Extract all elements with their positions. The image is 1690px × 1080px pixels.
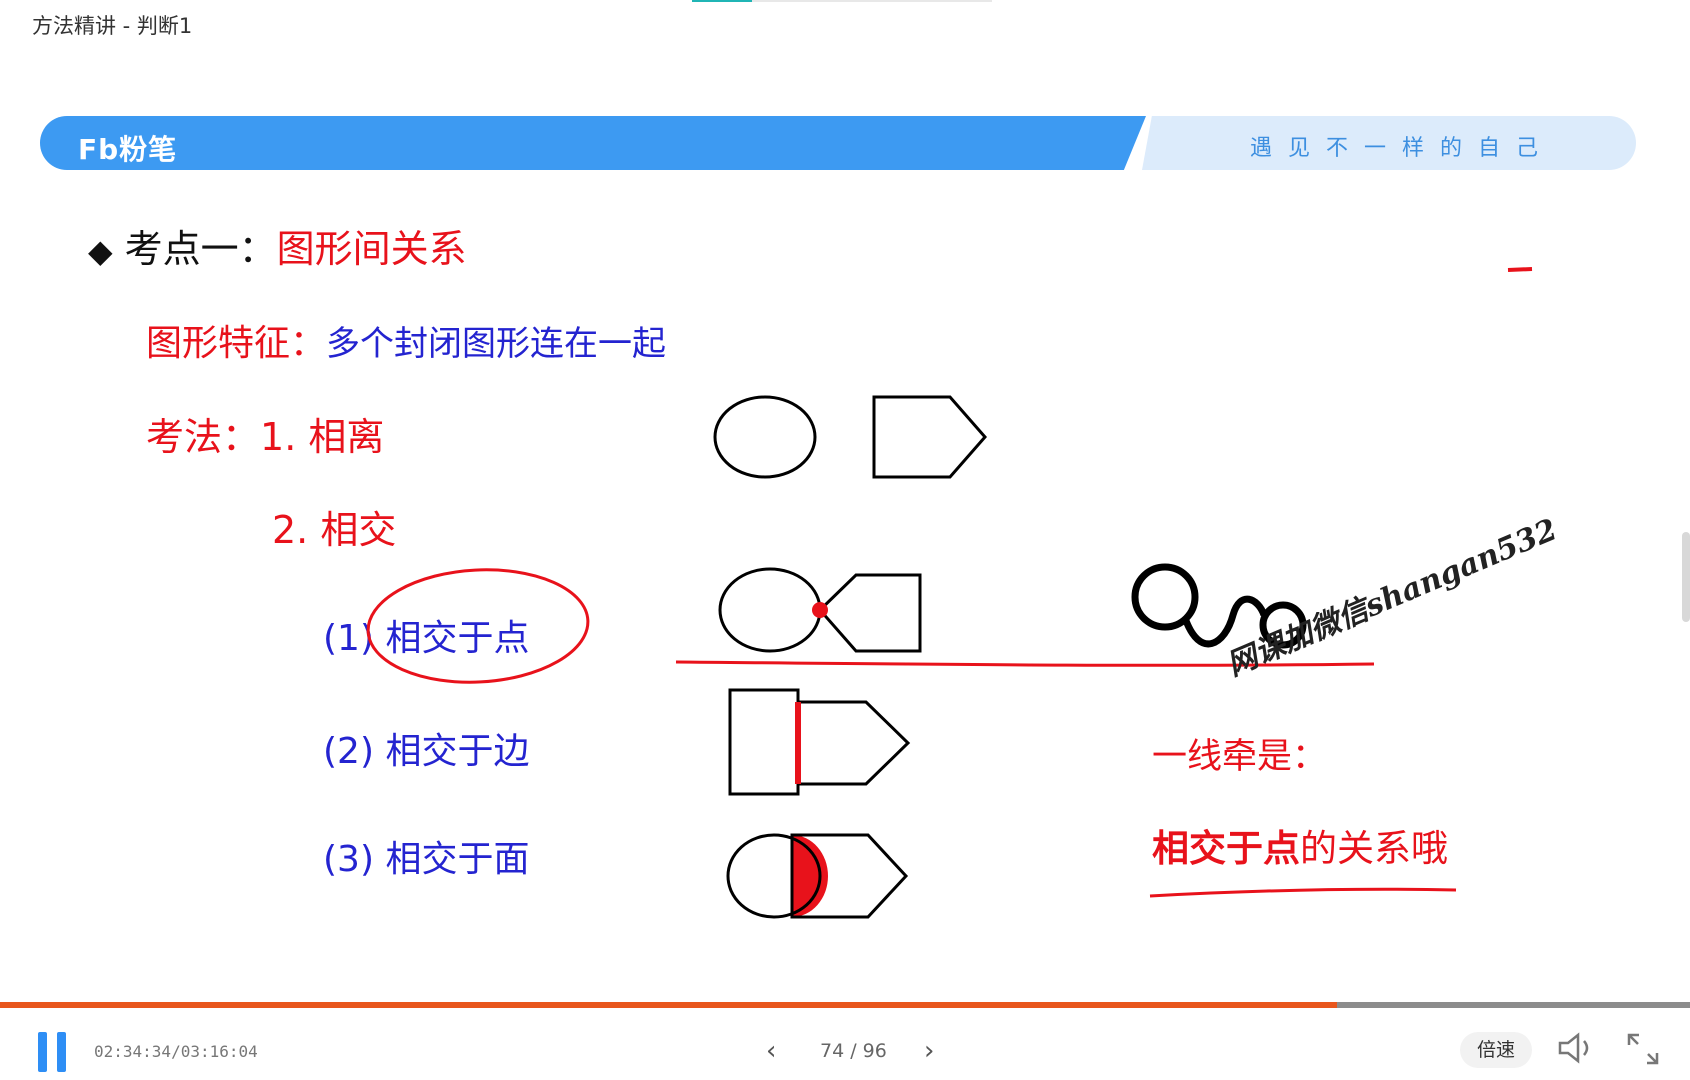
speed-button[interactable]: 倍速 — [1460, 1032, 1532, 1068]
next-page-button[interactable]: › — [924, 1036, 934, 1066]
player-controls: 02:34:34/03:16:04 ‹ 74 / 96 › 倍速 — [0, 1008, 1690, 1080]
side-scroll-handle[interactable] — [1682, 532, 1690, 622]
volume-icon[interactable] — [1556, 1030, 1596, 1066]
annotation-dash — [1507, 267, 1533, 272]
figure-edge-square — [728, 688, 800, 796]
prev-page-button[interactable]: ‹ — [766, 1036, 776, 1066]
page-indicator: 74 / 96 — [820, 1040, 887, 1062]
figure-point-pentagon — [817, 573, 922, 653]
note-underline — [1149, 887, 1457, 898]
figure-separate-circle — [713, 395, 817, 479]
fullscreen-icon[interactable] — [1626, 1032, 1660, 1066]
annotation-circle — [366, 568, 590, 684]
pause-button[interactable] — [36, 1032, 68, 1072]
figure-separate-pentagon — [872, 395, 987, 479]
pause-icon — [38, 1032, 47, 1072]
figure-edge-pentagon — [796, 700, 911, 786]
slide-figures — [366, 267, 1533, 919]
figure-point-circle — [718, 567, 822, 653]
time-display: 02:34:34/03:16:04 — [94, 1042, 258, 1061]
overlap-region — [792, 835, 828, 917]
intersection-point-dot — [812, 602, 828, 618]
